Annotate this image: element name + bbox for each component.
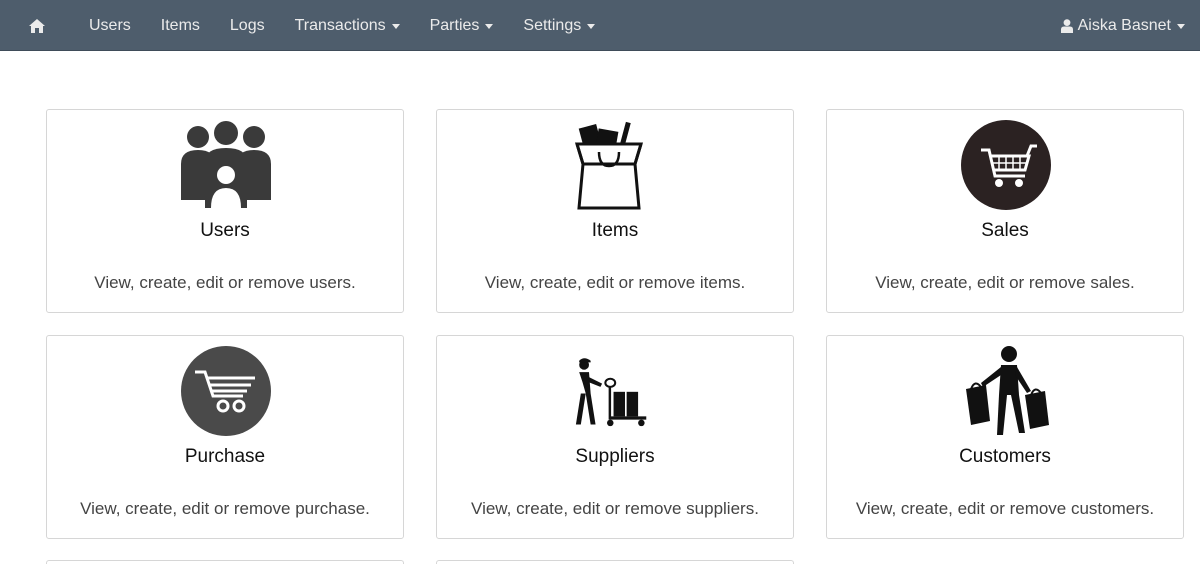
shopping-cart-icon [961,120,1051,210]
caret-down-icon [587,24,596,29]
nav-parties-dropdown[interactable]: Parties [415,0,509,51]
nav-items-label: Items [160,16,200,34]
delivery-worker-icon [571,346,661,436]
top-navbar: Users Items Logs Transactions Parties Se… [0,0,1200,51]
caret-down-icon [485,24,494,29]
nav-logs-label: Logs [229,16,265,34]
shopping-bag-icon [571,120,661,210]
card-users[interactable]: Users View, create, edit or remove users… [46,109,404,313]
card-description: View, create, edit or remove purchase. [80,499,370,518]
user-icon [1060,18,1073,33]
shopping-cart-icon [181,346,271,436]
user-menu-dropdown[interactable]: Aiska Basnet [1060,16,1185,35]
card-purchase[interactable]: Purchase View, create, edit or remove pu… [46,335,404,539]
card-sales[interactable]: Sales View, create, edit or remove sales… [826,109,1184,313]
nav-left: Users Items Logs Transactions Parties Se… [0,0,610,51]
card-title: Purchase [184,446,266,467]
shopper-icon [961,346,1051,436]
home-icon [29,18,45,33]
card-description: View, create, edit or remove users. [94,273,356,292]
card-title: Items [591,220,639,241]
user-name: Aiska Basnet [1077,16,1171,34]
caret-down-icon [1177,24,1185,29]
nav-parties-label: Parties [429,16,480,34]
nav-settings-dropdown[interactable]: Settings [508,0,610,51]
card-title: Suppliers [575,446,655,467]
nav-transactions-label: Transactions [294,16,386,34]
caret-down-icon [391,24,400,29]
nav-right: Aiska Basnet [1060,0,1185,51]
nav-logs[interactable]: Logs [215,0,280,51]
nav-settings-label: Settings [523,16,582,34]
card-title: Customers [959,446,1051,467]
home-link[interactable] [0,0,74,51]
card-title: Users [200,220,250,241]
card-description: View, create, edit or remove customers. [855,499,1155,518]
users-group-icon [181,120,271,210]
nav-users-label: Users [89,16,131,34]
card-description: View, create, edit or remove sales. [875,273,1135,292]
card-items[interactable]: Items View, create, edit or remove items… [436,109,794,313]
nav-items[interactable]: Items [146,0,215,51]
card-partial [46,560,404,564]
nav-transactions-dropdown[interactable]: Transactions [280,0,415,51]
nav-users[interactable]: Users [74,0,146,51]
card-title: Sales [981,220,1029,241]
card-partial [436,560,794,564]
card-suppliers[interactable]: Suppliers View, create, edit or remove s… [436,335,794,539]
card-customers[interactable]: Customers View, create, edit or remove c… [826,335,1184,539]
card-description: View, create, edit or remove suppliers. [471,499,759,518]
card-description: View, create, edit or remove items. [484,273,746,292]
